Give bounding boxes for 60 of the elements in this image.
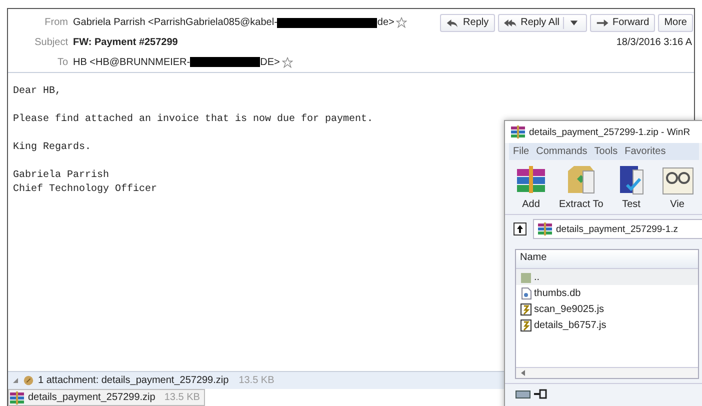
window-title: details_payment_257299-1.zip - WinR <box>529 126 690 138</box>
subject-text: FW: Payment #257299 <box>73 37 178 48</box>
reply-button[interactable]: Reply <box>440 14 495 32</box>
menu-item[interactable]: Favorites <box>624 146 666 157</box>
file-name: details_b6757.js <box>534 320 606 330</box>
from-label: From <box>44 17 69 28</box>
body-text: King Regards. <box>13 141 92 155</box>
collapse-icon <box>12 377 19 384</box>
up-button[interactable] <box>513 222 527 236</box>
message-date: 18/3/2016 3:16 A <box>616 37 692 48</box>
attachment-item[interactable]: details_payment_257299.zip 13.5 KB <box>8 389 205 406</box>
body-text: Please find attached an invoice that is now due for payment. <box>13 113 374 127</box>
column-header[interactable]: Name <box>516 250 698 269</box>
subject-label: Subject <box>34 37 69 48</box>
archive-icon <box>510 125 526 139</box>
file-name: scan_9e9025.js <box>534 304 604 314</box>
view-tool-button[interactable]: Vie <box>659 163 696 211</box>
test-tool-button[interactable]: Test <box>613 163 650 211</box>
reply-all-icon <box>504 16 518 29</box>
menu-item[interactable]: Commands <box>536 146 588 157</box>
scroll-left-icon <box>520 370 526 376</box>
file-row[interactable]: .. <box>516 269 698 285</box>
attachment-size: 13.5 KB <box>238 375 274 386</box>
scrollbar[interactable] <box>516 367 698 378</box>
reply-all-button[interactable]: Reply All <box>498 14 587 32</box>
attachment-name: details_payment_257299.zip <box>28 392 156 403</box>
drive-icon <box>515 389 531 399</box>
attachment-summary[interactable]: 1 attachment: details_payment_257299.zip <box>38 375 229 386</box>
menu-item[interactable]: File <box>513 146 530 157</box>
sender-address: Gabriela Parrish <ParrishGabriela085@kabel- <box>73 17 278 28</box>
body-text: Chief Technology Officer <box>13 183 158 197</box>
script-file-icon <box>520 318 532 332</box>
attachment-size: 13.5 KB <box>164 392 200 403</box>
redaction-bar <box>190 57 260 68</box>
add-tool-button[interactable]: Add <box>513 163 549 211</box>
paperclip-icon <box>23 375 34 386</box>
address-end: de> <box>377 17 394 28</box>
archive-icon <box>9 390 25 404</box>
archive-icon <box>537 222 553 236</box>
file-name: .. <box>534 272 540 282</box>
file-row[interactable]: thumbs.db <box>516 285 698 301</box>
folder-icon <box>520 270 532 284</box>
recipient-address: HB <HB@BRUNNMEIER- <box>73 56 190 68</box>
file-icon <box>520 286 532 300</box>
reply-icon <box>446 16 460 29</box>
file-name: thumbs.db <box>534 288 581 298</box>
more-button[interactable]: More <box>658 14 693 32</box>
script-file-icon <box>520 302 532 316</box>
body-text: Gabriela Parrish <box>13 169 110 183</box>
forward-button[interactable]: Forward <box>590 14 656 32</box>
file-row[interactable]: scan_9e9025.js <box>516 301 698 317</box>
star-icon <box>282 56 293 68</box>
file-row[interactable]: details_b6757.js <box>516 317 698 333</box>
extract-tool-button[interactable]: Extract To <box>559 163 604 211</box>
body-text: Dear HB, <box>13 85 62 99</box>
path-field[interactable]: details_payment_257299-1.z <box>533 219 702 239</box>
to-label: To <box>56 56 69 68</box>
address-end: DE> <box>260 56 280 68</box>
star-icon <box>396 17 408 28</box>
menu-item[interactable]: Tools <box>594 146 618 157</box>
